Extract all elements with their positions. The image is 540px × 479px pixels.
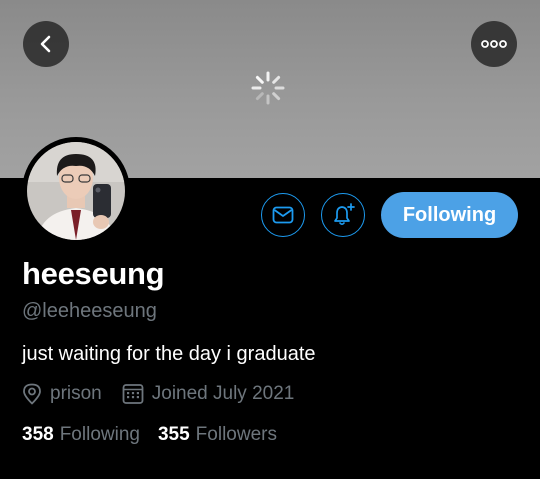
joined-date-text: Joined July 2021	[151, 383, 295, 404]
username-handle: @leeheeseung	[22, 300, 157, 322]
location-item: prison	[22, 383, 102, 405]
followers-label: Followers	[195, 424, 277, 445]
followers-count: 355	[157, 424, 190, 445]
message-button[interactable]	[261, 193, 305, 237]
profile-meta: prison Joined July 2021	[22, 381, 314, 407]
following-button[interactable]: Following	[381, 192, 518, 238]
following-count: 358	[22, 424, 54, 445]
following-label: Following	[59, 424, 140, 445]
more-options-button[interactable]	[471, 21, 517, 67]
profile-page: Following heeseung @leeheeseung just wai…	[0, 0, 540, 479]
calendar-icon	[122, 384, 144, 404]
location-text: prison	[50, 383, 102, 404]
profile-bio: just waiting for the day i graduate	[22, 343, 316, 365]
follow-stats: 358 Following 355 Followers	[22, 424, 295, 446]
following-button-label: Following	[402, 203, 497, 226]
location-pin-icon	[23, 383, 41, 405]
loading-spinner-icon	[251, 71, 285, 105]
joined-item: Joined July 2021	[122, 383, 295, 405]
back-button[interactable]	[23, 21, 69, 67]
avatar-photo	[27, 142, 125, 240]
envelope-icon	[272, 206, 294, 224]
more-options-icon	[481, 40, 507, 48]
following-stat-link[interactable]: 358 Following	[22, 424, 140, 446]
notifications-button[interactable]	[321, 193, 365, 237]
chevron-left-icon	[40, 35, 51, 53]
followers-stat-link[interactable]: 355 Followers	[158, 424, 277, 446]
bell-plus-icon	[334, 203, 355, 226]
avatar[interactable]	[27, 142, 125, 240]
display-name: heeseung	[22, 256, 165, 291]
